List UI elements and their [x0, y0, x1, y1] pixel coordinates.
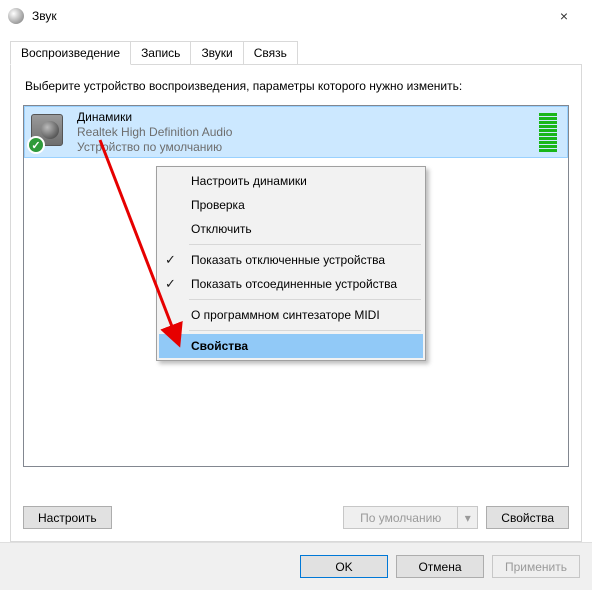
context-menu[interactable]: Настроить динамики Проверка Отключить ✓П… — [156, 166, 426, 361]
chevron-down-icon[interactable]: ▾ — [457, 507, 477, 528]
set-default-label: По умолчанию — [344, 511, 457, 525]
close-button[interactable]: × — [544, 8, 584, 24]
window-title: Звук — [32, 9, 544, 23]
ctx-about-midi[interactable]: О программном синтезаторе MIDI — [159, 303, 423, 327]
check-icon: ✓ — [165, 276, 176, 292]
apply-button[interactable]: Применить — [492, 555, 580, 578]
volume-meter-icon — [539, 113, 557, 152]
set-default-button[interactable]: По умолчанию ▾ — [343, 506, 478, 529]
ctx-disable[interactable]: Отключить — [159, 217, 423, 241]
tab-recording[interactable]: Запись — [130, 41, 191, 65]
ctx-show-disabled[interactable]: ✓Показать отключенные устройства — [159, 248, 423, 272]
ctx-separator — [189, 244, 421, 245]
sound-icon — [8, 8, 24, 24]
titlebar: Звук × — [0, 0, 592, 32]
properties-button[interactable]: Свойства — [486, 506, 569, 529]
ctx-separator — [189, 299, 421, 300]
device-item-speakers[interactable]: ✓ Динамики Realtek High Definition Audio… — [24, 106, 568, 158]
panel-button-row: Настроить По умолчанию ▾ Свойства — [23, 506, 569, 529]
device-name: Динамики — [77, 110, 529, 125]
ctx-properties[interactable]: Свойства — [159, 334, 423, 358]
tab-communications[interactable]: Связь — [243, 41, 298, 65]
speaker-icon: ✓ — [31, 114, 67, 150]
default-badge-icon: ✓ — [27, 136, 45, 154]
tab-playback[interactable]: Воспроизведение — [10, 41, 131, 65]
ctx-separator — [189, 330, 421, 331]
tab-strip: Воспроизведение Запись Звуки Связь — [10, 41, 582, 65]
device-status: Устройство по умолчанию — [77, 140, 529, 155]
tab-sounds[interactable]: Звуки — [190, 41, 243, 65]
instruction-text: Выберите устройство воспроизведения, пар… — [25, 79, 569, 93]
cancel-button[interactable]: Отмена — [396, 555, 484, 578]
ctx-test[interactable]: Проверка — [159, 193, 423, 217]
device-driver: Realtek High Definition Audio — [77, 125, 529, 140]
ok-button[interactable]: OK — [300, 555, 388, 578]
ctx-show-disconnected[interactable]: ✓Показать отсоединенные устройства — [159, 272, 423, 296]
dialog-footer: OK Отмена Применить — [0, 542, 592, 590]
device-text: Динамики Realtek High Definition Audio У… — [77, 110, 529, 155]
configure-button[interactable]: Настроить — [23, 506, 112, 529]
check-icon: ✓ — [165, 252, 176, 268]
ctx-configure-speakers[interactable]: Настроить динамики — [159, 169, 423, 193]
